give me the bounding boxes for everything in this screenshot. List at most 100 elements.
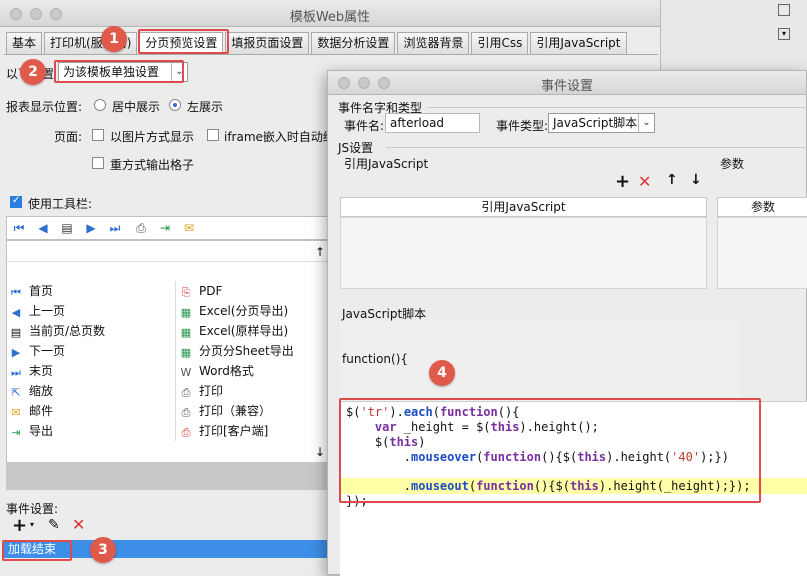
edit-icon[interactable]: ✎: [48, 517, 60, 533]
list-item[interactable]: ✉ 邮件: [9, 401, 53, 421]
list-item[interactable]: ⎙ 打印[客户端]: [179, 421, 269, 441]
list-item-label: 当前页/总页数: [29, 324, 106, 338]
move-up-icon[interactable]: ↑: [666, 172, 678, 188]
word-icon: W: [180, 366, 192, 379]
last-page-icon[interactable]: ⏭: [107, 221, 123, 235]
list-item-label: 末页: [29, 364, 54, 378]
move-down-icon[interactable]: ↓: [690, 172, 702, 188]
radio-left[interactable]: [169, 99, 181, 111]
js-script-label: JavaScript脚本: [342, 307, 427, 321]
list-item-label: 打印: [199, 384, 224, 398]
radio-left-label: 左展示: [187, 100, 224, 114]
next-page-icon: ▶: [11, 346, 21, 359]
annotation-box-code: [339, 398, 761, 503]
list-item-label: 上一页: [29, 304, 66, 318]
use-toolbar-checkbox[interactable]: [10, 195, 22, 208]
first-page-icon: ⏮: [11, 286, 21, 299]
side-dropdown-icon[interactable]: ▾: [778, 28, 790, 40]
list-item[interactable]: W Word格式: [179, 361, 254, 381]
tab-ref-css[interactable]: 引用Css: [471, 32, 529, 54]
tab-fill-page[interactable]: 填报页面设置: [225, 32, 310, 54]
list-item-label: PDF: [199, 284, 223, 298]
list-item[interactable]: ◀ 上一页: [9, 301, 65, 321]
list-item[interactable]: ▤ 当前页/总页数: [9, 321, 105, 341]
params-label: 参数: [720, 157, 745, 171]
params-table-body: [717, 217, 807, 289]
list-item[interactable]: ▦ Excel(分页导出): [179, 301, 288, 321]
tab-data-analysis[interactable]: 数据分析设置: [311, 32, 396, 54]
add-icon[interactable]: +: [615, 171, 630, 192]
print-icon: ⎙: [181, 406, 191, 419]
group-divider: [428, 107, 807, 108]
image-display-label: 以图片方式显示: [110, 130, 195, 144]
iframe-checkbox[interactable]: [207, 129, 219, 141]
list-item-label: 打印[客户端]: [199, 424, 269, 438]
list-item[interactable]: ⇥ 导出: [9, 421, 53, 441]
export-icon[interactable]: ⇥: [157, 221, 173, 235]
tab-ref-js[interactable]: 引用JavaScript: [530, 32, 627, 54]
list-item-label: 首页: [29, 284, 54, 298]
list-item-label: 导出: [29, 424, 54, 438]
arrow-up-icon[interactable]: ↑: [315, 245, 325, 259]
event-type-select[interactable]: JavaScript脚本 ⌄: [548, 113, 655, 133]
iframe-label: iframe嵌入时自动约: [224, 130, 335, 144]
excel-icon: ▦: [180, 326, 192, 339]
tab-strip: 基本 打印机(服务器) 分页预览设置 填报页面设置 数据分析设置 浏览器背景 引…: [6, 32, 629, 54]
next-page-icon[interactable]: ▶: [83, 221, 99, 235]
list-item[interactable]: ⎘ PDF: [179, 281, 223, 301]
add-icon[interactable]: +: [12, 515, 27, 536]
image-display-checkbox[interactable]: [92, 129, 104, 141]
side-tool-icon[interactable]: [778, 4, 790, 16]
event-type-label: 事件类型:: [496, 119, 549, 133]
col-ref-js[interactable]: 引用JavaScript: [340, 197, 707, 217]
report-position-label: 报表显示位置:: [6, 100, 83, 114]
list-item[interactable]: ⎙ 打印（兼容）: [179, 401, 271, 421]
event-name-input[interactable]: afterload: [385, 113, 480, 133]
export-icon: ⇥: [11, 426, 21, 439]
repeat-grid-label: 重方式输出格子: [110, 158, 195, 172]
list-item-label: 缩放: [29, 384, 54, 398]
excel-icon: ▦: [180, 346, 192, 359]
toolbar-preview: ⏮ ◀ ▤ ▶ ⏭ ⎙ ⇥ ✉: [6, 216, 328, 240]
list-item-label: 下一页: [29, 344, 66, 358]
chevron-down-icon[interactable]: ▾: [30, 520, 34, 529]
ref-js-label: 引用JavaScript: [344, 157, 429, 171]
event-type-value: JavaScript脚本: [553, 116, 638, 130]
toolbar-drop-zone: [6, 462, 328, 490]
print-icon[interactable]: ⎙: [133, 221, 149, 235]
delete-icon[interactable]: ✕: [638, 172, 651, 191]
list-item[interactable]: ⎙ 打印: [179, 381, 223, 401]
list-item-label: Excel(分页导出): [199, 304, 289, 318]
pdf-icon: ⎘: [181, 286, 191, 299]
divider: [7, 261, 327, 262]
list-item-label: Word格式: [199, 364, 254, 378]
delete-icon[interactable]: ✕: [72, 515, 85, 534]
annotation-box-select: [54, 60, 184, 83]
list-item[interactable]: ⏮ 首页: [9, 281, 53, 301]
chevron-down-icon: ⌄: [638, 114, 654, 132]
event-name-label: 事件名:: [344, 119, 385, 133]
list-item[interactable]: ▦ Excel(原样导出): [179, 321, 288, 341]
list-item-label: 打印（兼容）: [199, 404, 272, 418]
list-item-label: 邮件: [29, 404, 54, 418]
function-header: function(){: [342, 352, 409, 366]
prev-page-icon[interactable]: ◀: [35, 221, 51, 235]
mail-icon[interactable]: ✉: [181, 221, 197, 235]
list-item[interactable]: ▦ 分页分Sheet导出: [179, 341, 294, 361]
arrow-down-icon[interactable]: ↓: [315, 445, 325, 459]
js-settings-label: JS设置: [338, 141, 374, 155]
tab-browser-bg[interactable]: 浏览器背景: [397, 32, 470, 54]
radio-center[interactable]: [94, 99, 106, 111]
dialog-titlebar: 事件设置: [328, 71, 806, 95]
annotation-badge-2: 2: [20, 59, 46, 85]
print-icon: ⎙: [181, 386, 191, 399]
page-count-icon[interactable]: ▤: [59, 221, 75, 235]
list-item[interactable]: ⇱ 缩放: [9, 381, 53, 401]
col-params[interactable]: 参数: [717, 197, 807, 217]
first-page-icon[interactable]: ⏮: [11, 221, 27, 235]
repeat-grid-checkbox[interactable]: [92, 157, 104, 169]
list-item-label: 分页分Sheet导出: [199, 344, 294, 358]
list-item[interactable]: ⏭ 末页: [9, 361, 53, 381]
list-item[interactable]: ▶ 下一页: [9, 341, 65, 361]
tab-basic[interactable]: 基本: [6, 32, 43, 54]
